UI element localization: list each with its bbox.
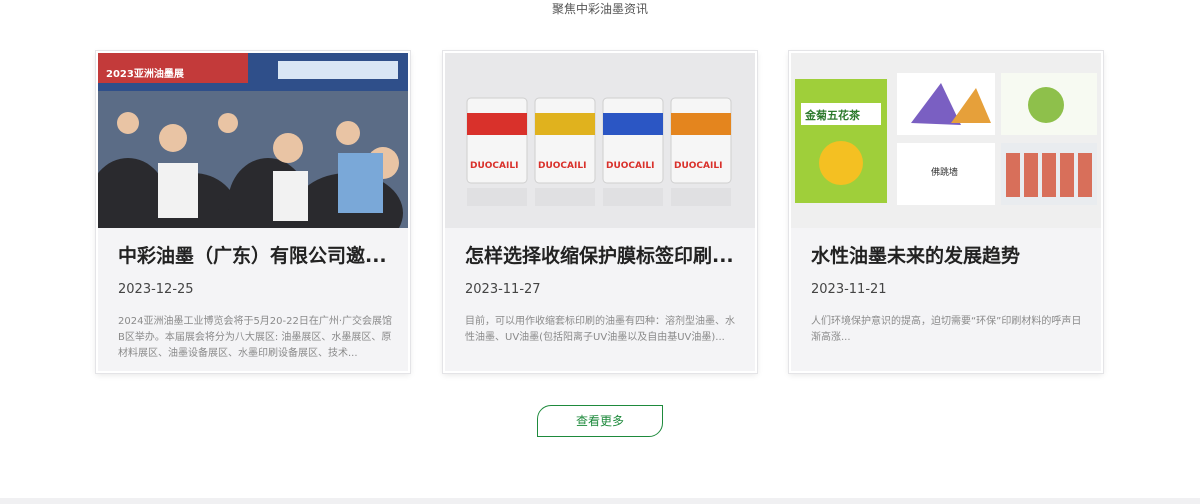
view-more-button[interactable]: 查看更多 — [537, 405, 663, 437]
news-card-title[interactable]: 水性油墨未来的发展趋势 — [811, 243, 1086, 269]
bucket-label: DUOCAILI — [470, 161, 518, 171]
section-subtitle: 聚焦中彩油墨资讯 — [551, 2, 648, 16]
expo-crowd-image: 2023亚洲油墨展 — [98, 53, 408, 228]
ink-buckets-image: DUOCAILI DUOCAILI DUOCAILI DUOCAILI — [445, 53, 755, 228]
news-card-image[interactable]: DUOCAILI DUOCAILI DUOCAILI DUOCAILI — [445, 53, 755, 228]
news-card[interactable]: 2023亚洲油墨展 中彩油墨（广东）有限公司邀... 2023-12-25 20… — [96, 51, 410, 373]
news-card-title[interactable]: 怎样选择收缩保护膜标签印刷... — [465, 243, 740, 269]
bucket-label: DUOCAILI — [538, 161, 586, 171]
package-label-2: 佛跳墙 — [931, 166, 958, 178]
news-card-date: 2023-11-21 — [811, 282, 887, 297]
news-card-description: 目前，可以用作收缩套标印刷的油墨有四种：溶剂型油墨、水性油墨、UV油墨(包括阳离… — [465, 316, 735, 343]
news-card-title[interactable]: 中彩油墨（广东）有限公司邀... — [118, 243, 393, 269]
news-card-description: 人们环境保护意识的提高，迫切需要“环保”印刷材料的呼声日渐高涨... — [811, 316, 1082, 343]
banner-text: 2023亚洲油墨展 — [106, 67, 184, 80]
news-card[interactable]: 金菊五花茶 佛跳墙 水性油墨未来的发展趋势 2023-11-21 人们环境保护意… — [789, 51, 1103, 373]
news-card[interactable]: DUOCAILI DUOCAILI DUOCAILI DUOCAILI 怎样选择… — [443, 51, 757, 373]
news-card-image[interactable]: 2023亚洲油墨展 — [98, 53, 408, 228]
news-card-image[interactable]: 金菊五花茶 佛跳墙 — [791, 53, 1101, 228]
footer-divider — [0, 498, 1200, 504]
news-card-description: 2024亚洲油墨工业博览会将于5月20-22日在广州·广交会展馆B区举办。本届展… — [118, 316, 393, 359]
bucket-label: DUOCAILI — [674, 161, 722, 171]
news-card-date: 2023-11-27 — [465, 282, 541, 297]
packaging-collage-image: 金菊五花茶 佛跳墙 — [791, 53, 1101, 228]
news-card-date: 2023-12-25 — [118, 282, 194, 297]
package-label: 金菊五花茶 — [804, 108, 861, 122]
bucket-label: DUOCAILI — [606, 161, 654, 171]
